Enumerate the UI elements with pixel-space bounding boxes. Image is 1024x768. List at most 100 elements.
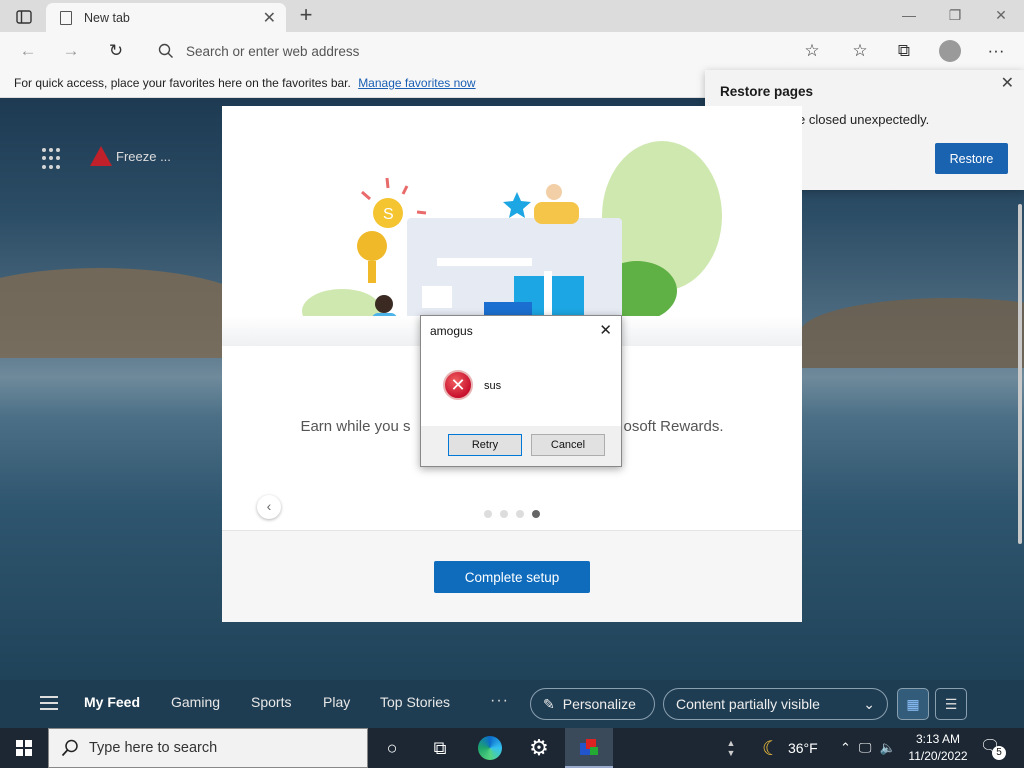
hamburger-menu-icon[interactable]: [40, 696, 58, 710]
settings-taskbar-button[interactable]: ⚙: [515, 728, 563, 768]
complete-setup-button[interactable]: Complete setup: [434, 561, 590, 593]
windows-logo-icon: [16, 740, 32, 756]
task-view-button[interactable]: ⧉: [416, 728, 464, 768]
carousel-prev-button[interactable]: ‹: [257, 495, 281, 519]
list-view-button[interactable]: ☰: [935, 688, 967, 720]
grid-view-button[interactable]: ▦: [897, 688, 929, 720]
start-button[interactable]: [0, 728, 48, 768]
list-icon: ☰: [944, 695, 958, 712]
message-box-caption[interactable]: amogus ✕: [421, 316, 621, 346]
search-placeholder: Type here to search: [89, 740, 218, 756]
settings-more-button[interactable]: ···: [982, 38, 1010, 64]
moon-icon: ☾: [762, 737, 780, 760]
address-placeholder: Search or enter web address: [186, 43, 360, 59]
personalize-icon: ✎: [543, 695, 555, 712]
rewards-illustration-art: S: [302, 141, 722, 341]
message-box-text: sus: [484, 380, 502, 392]
date-text: 11/20/2022: [908, 749, 968, 763]
scrollbar-thumb[interactable]: [1018, 204, 1022, 544]
retry-button[interactable]: Retry: [448, 434, 522, 456]
close-icon[interactable]: ✕: [1001, 73, 1014, 93]
new-tab-button[interactable]: +: [294, 4, 318, 28]
tab-title: New tab: [84, 10, 130, 25]
restore-message: e closed unexpectedly.: [798, 112, 930, 127]
feed-tab-play[interactable]: Play: [323, 694, 350, 710]
chevron-down-icon: ▼: [726, 748, 736, 758]
carousel-dot[interactable]: [516, 510, 524, 518]
search-icon: [158, 43, 173, 58]
restore-window-button[interactable]: ❐: [932, 0, 978, 30]
cortana-button[interactable]: ○: [368, 728, 416, 768]
volume-muted-icon[interactable]: 🔈: [879, 740, 895, 756]
content-visibility-dropdown[interactable]: Content partially visible ⌄: [663, 688, 888, 720]
weather-widget[interactable]: ☾ 36°F: [762, 728, 818, 768]
feed-tab-top-stories[interactable]: Top Stories: [380, 694, 450, 710]
error-message-box: amogus ✕ ✕ sus Retry Cancel: [420, 315, 622, 467]
taskbar-search-box[interactable]: Type here to search: [48, 728, 368, 768]
favorites-button[interactable]: ☆: [846, 38, 874, 64]
profile-avatar[interactable]: [939, 40, 961, 62]
back-arrow-icon: ←: [19, 41, 37, 60]
page-scrollbar[interactable]: [1016, 190, 1024, 730]
notification-center-button[interactable]: 🗨 5: [980, 736, 1006, 760]
content-visibility-label: Content partially visible: [676, 696, 820, 712]
search-icon: [61, 739, 78, 757]
forward-arrow-icon: →: [62, 41, 80, 60]
add-favorite-button[interactable]: ☆: [798, 38, 826, 64]
cancel-button[interactable]: Cancel: [531, 434, 605, 456]
favorites-bar-text: For quick access, place your favorites h…: [14, 76, 351, 90]
app-launcher-icon[interactable]: [42, 148, 64, 170]
restore-button[interactable]: Restore: [935, 143, 1008, 174]
page-icon: [60, 10, 72, 25]
tab-close-icon[interactable]: ✕: [263, 8, 276, 28]
more-icon: ···: [987, 41, 1005, 60]
edge-icon: [478, 736, 502, 760]
app-taskbar-button[interactable]: [565, 728, 613, 768]
cortana-icon: ○: [386, 737, 398, 758]
weather-warning-icon: [90, 146, 112, 166]
grid-icon: ▦: [906, 695, 920, 712]
time-text: 3:13 AM: [915, 732, 961, 746]
feed-tab-my-feed[interactable]: My Feed: [84, 694, 140, 710]
forward-button[interactable]: →: [57, 38, 85, 64]
feed-tab-gaming[interactable]: Gaming: [171, 694, 220, 710]
feed-tab-sports[interactable]: Sports: [251, 694, 291, 710]
taskbar: Type here to search ○ ⧉ ⚙ ▲ ▼ ☾ 36°F ⌃ 🖵 …: [0, 728, 1024, 768]
back-button[interactable]: ←: [14, 38, 42, 64]
weather-alert-chip[interactable]: Freeze ...: [90, 146, 171, 166]
restore-title: Restore pages: [720, 84, 814, 99]
personalize-label: Personalize: [562, 696, 636, 712]
close-window-button[interactable]: ✕: [978, 0, 1024, 30]
toolbar: ← → ↻ Search or enter web address ☆ ☆ ⧉ …: [0, 32, 1024, 70]
message-box-title: amogus: [430, 324, 473, 338]
carousel-dot[interactable]: [484, 510, 492, 518]
manage-favorites-link[interactable]: Manage favorites now: [358, 76, 475, 90]
close-icon[interactable]: ✕: [599, 321, 612, 339]
carousel-dot[interactable]: [500, 510, 508, 518]
tab-actions-button[interactable]: [10, 6, 38, 28]
personalize-button[interactable]: ✎ Personalize: [530, 688, 655, 720]
notification-count-badge: 5: [992, 746, 1006, 760]
edge-taskbar-button[interactable]: [466, 728, 514, 768]
address-bar[interactable]: Search or enter web address: [146, 36, 794, 66]
chevron-up-icon: ▲: [726, 738, 736, 748]
carousel-dot-active[interactable]: [532, 510, 540, 518]
collections-button[interactable]: ⧉: [890, 38, 918, 64]
star-plus-icon: ☆: [804, 41, 820, 60]
tab-actions-icon: [16, 10, 32, 24]
minimize-button[interactable]: —: [886, 0, 932, 30]
network-icon[interactable]: 🖵: [859, 740, 872, 756]
tray-scroll[interactable]: ▲ ▼: [721, 728, 741, 768]
clock[interactable]: 3:13 AM 11/20/2022: [906, 731, 970, 765]
tab-new-tab[interactable]: New tab ✕: [46, 3, 286, 32]
news-feed-bar: My Feed Gaming Sports Play Top Stories ·…: [0, 680, 1024, 728]
carousel-dots: [484, 510, 540, 518]
title-bar: New tab ✕ + — ❐ ✕: [0, 0, 1024, 32]
tagline-start: Earn while you s: [300, 418, 411, 435]
refresh-button[interactable]: ↻: [102, 38, 130, 64]
favorites-icon: ☆: [852, 41, 868, 60]
system-tray: ⌃ 🖵 🔈: [840, 728, 896, 768]
error-icon: ✕: [443, 370, 473, 400]
show-hidden-icons-icon[interactable]: ⌃: [840, 740, 851, 756]
more-tabs-button[interactable]: ···: [490, 692, 509, 710]
